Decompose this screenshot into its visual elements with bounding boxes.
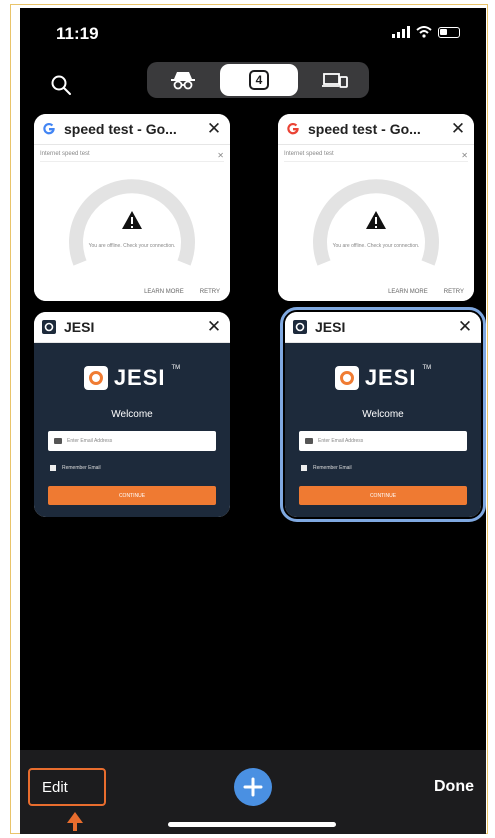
preview-continue-button: CONTINUE xyxy=(299,486,467,505)
tab-card[interactable]: speed test - Go... ✕ Internet speed test… xyxy=(278,114,474,301)
tab-card[interactable]: speed test - Go... ✕ Internet speed test… xyxy=(34,114,230,301)
preview-close-icon: ✕ xyxy=(217,151,224,160)
status-time: 11:19 xyxy=(56,24,99,43)
incognito-tabs-button[interactable] xyxy=(161,68,205,92)
email-placeholder: Enter Email Address xyxy=(67,438,113,444)
edit-button[interactable]: Edit xyxy=(28,768,106,806)
jesi-wordmark: JESI xyxy=(364,365,417,390)
preview-warning-text: You are offline. Check your connection. xyxy=(332,243,420,249)
preview-title: Internet speed test xyxy=(284,151,334,157)
email-placeholder: Enter Email Address xyxy=(318,438,364,444)
open-tabs-button[interactable]: 4 xyxy=(220,64,298,96)
retry-link: RETRY xyxy=(443,289,464,295)
google-icon xyxy=(286,122,300,136)
jesi-logo: JESI TM xyxy=(34,365,230,391)
home-indicator xyxy=(168,822,336,827)
tab-preview: Internet speed test ✕ You are offline. C… xyxy=(34,145,230,301)
tab-mode-switcher: 4 xyxy=(147,62,369,98)
tab-preview: JESI TM Welcome Enter Email Address Reme… xyxy=(34,343,230,517)
tab-count-badge: 4 xyxy=(249,70,269,90)
status-icons xyxy=(392,26,460,38)
speed-gauge xyxy=(313,179,439,266)
close-tab-icon[interactable]: ✕ xyxy=(450,119,466,139)
preview-footer: LEARN MORE RETRY xyxy=(144,289,220,295)
preview-warning-text: You are offline. Check your connection. xyxy=(88,243,176,249)
jesi-icon xyxy=(293,320,307,334)
preview-close-icon: ✕ xyxy=(461,151,468,160)
speed-gauge xyxy=(69,179,195,266)
tab-card-header: JESI ✕ xyxy=(34,312,230,343)
preview-footer: LEARN MORE RETRY xyxy=(388,289,464,295)
signal-icon xyxy=(392,26,410,38)
incognito-icon xyxy=(171,72,195,90)
jesi-icon xyxy=(42,320,56,334)
tab-card-header: speed test - Go... ✕ xyxy=(278,114,474,145)
close-tab-icon[interactable]: ✕ xyxy=(457,317,473,337)
tab-card-header: JESI ✕ xyxy=(285,312,481,343)
jesi-logo-icon xyxy=(83,366,108,390)
trademark: TM xyxy=(171,365,181,371)
tab-preview: JESI TM Welcome Enter Email Address Reme… xyxy=(285,343,481,517)
welcome-text: Welcome xyxy=(111,409,153,420)
tab-switcher-screen: 11:19 4 speed test - Go... ✕ Internet sp… xyxy=(20,8,486,834)
preview-title: Internet speed test xyxy=(40,151,90,157)
new-tab-button[interactable] xyxy=(234,768,272,806)
remember-email: Remember Email xyxy=(50,465,101,471)
preview-email-field: Enter Email Address xyxy=(299,431,467,451)
welcome-text: Welcome xyxy=(362,409,404,420)
mail-icon xyxy=(54,438,62,444)
preview-searchbar: Internet speed test ✕ xyxy=(284,151,468,162)
tab-card-selected[interactable]: JESI ✕ JESI TM Welcome Enter Email Addre… xyxy=(280,307,486,522)
plus-icon xyxy=(243,777,263,797)
checkbox-icon xyxy=(301,465,307,471)
tab-preview: Internet speed test ✕ You are offline. C… xyxy=(278,145,474,301)
devices-icon xyxy=(322,73,348,88)
learn-more-link: LEARN MORE xyxy=(144,289,184,295)
tab-title: JESI xyxy=(64,319,95,335)
google-icon xyxy=(42,122,56,136)
jesi-logo: JESI TM xyxy=(285,365,481,391)
bottom-toolbar: Edit Done xyxy=(20,750,486,834)
remember-label: Remember Email xyxy=(313,465,352,471)
checkbox-icon xyxy=(50,465,56,471)
wifi-icon xyxy=(416,26,432,38)
close-tab-icon[interactable]: ✕ xyxy=(206,317,222,337)
trademark: TM xyxy=(422,365,432,371)
tab-title: speed test - Go... xyxy=(308,121,421,137)
battery-icon xyxy=(438,26,460,38)
done-button[interactable]: Done xyxy=(434,778,474,796)
tab-title: speed test - Go... xyxy=(64,121,177,137)
tab-card[interactable]: JESI ✕ JESI TM Welcome Enter Email Addre… xyxy=(34,312,230,517)
close-tab-icon[interactable]: ✕ xyxy=(206,119,222,139)
retry-link: RETRY xyxy=(199,289,220,295)
annotation-arrow-icon xyxy=(67,812,83,831)
preview-searchbar: Internet speed test ✕ xyxy=(40,151,224,162)
jesi-logo-icon xyxy=(334,366,359,390)
tab-card-header: speed test - Go... ✕ xyxy=(34,114,230,145)
preview-continue-button: CONTINUE xyxy=(48,486,216,505)
learn-more-link: LEARN MORE xyxy=(388,289,428,295)
other-devices-button[interactable] xyxy=(313,68,357,92)
mail-icon xyxy=(305,438,313,444)
remember-email: Remember Email xyxy=(301,465,352,471)
remember-label: Remember Email xyxy=(62,465,101,471)
search-icon[interactable] xyxy=(50,74,72,96)
preview-email-field: Enter Email Address xyxy=(48,431,216,451)
tab-title: JESI xyxy=(315,319,346,335)
jesi-wordmark: JESI xyxy=(113,365,166,390)
